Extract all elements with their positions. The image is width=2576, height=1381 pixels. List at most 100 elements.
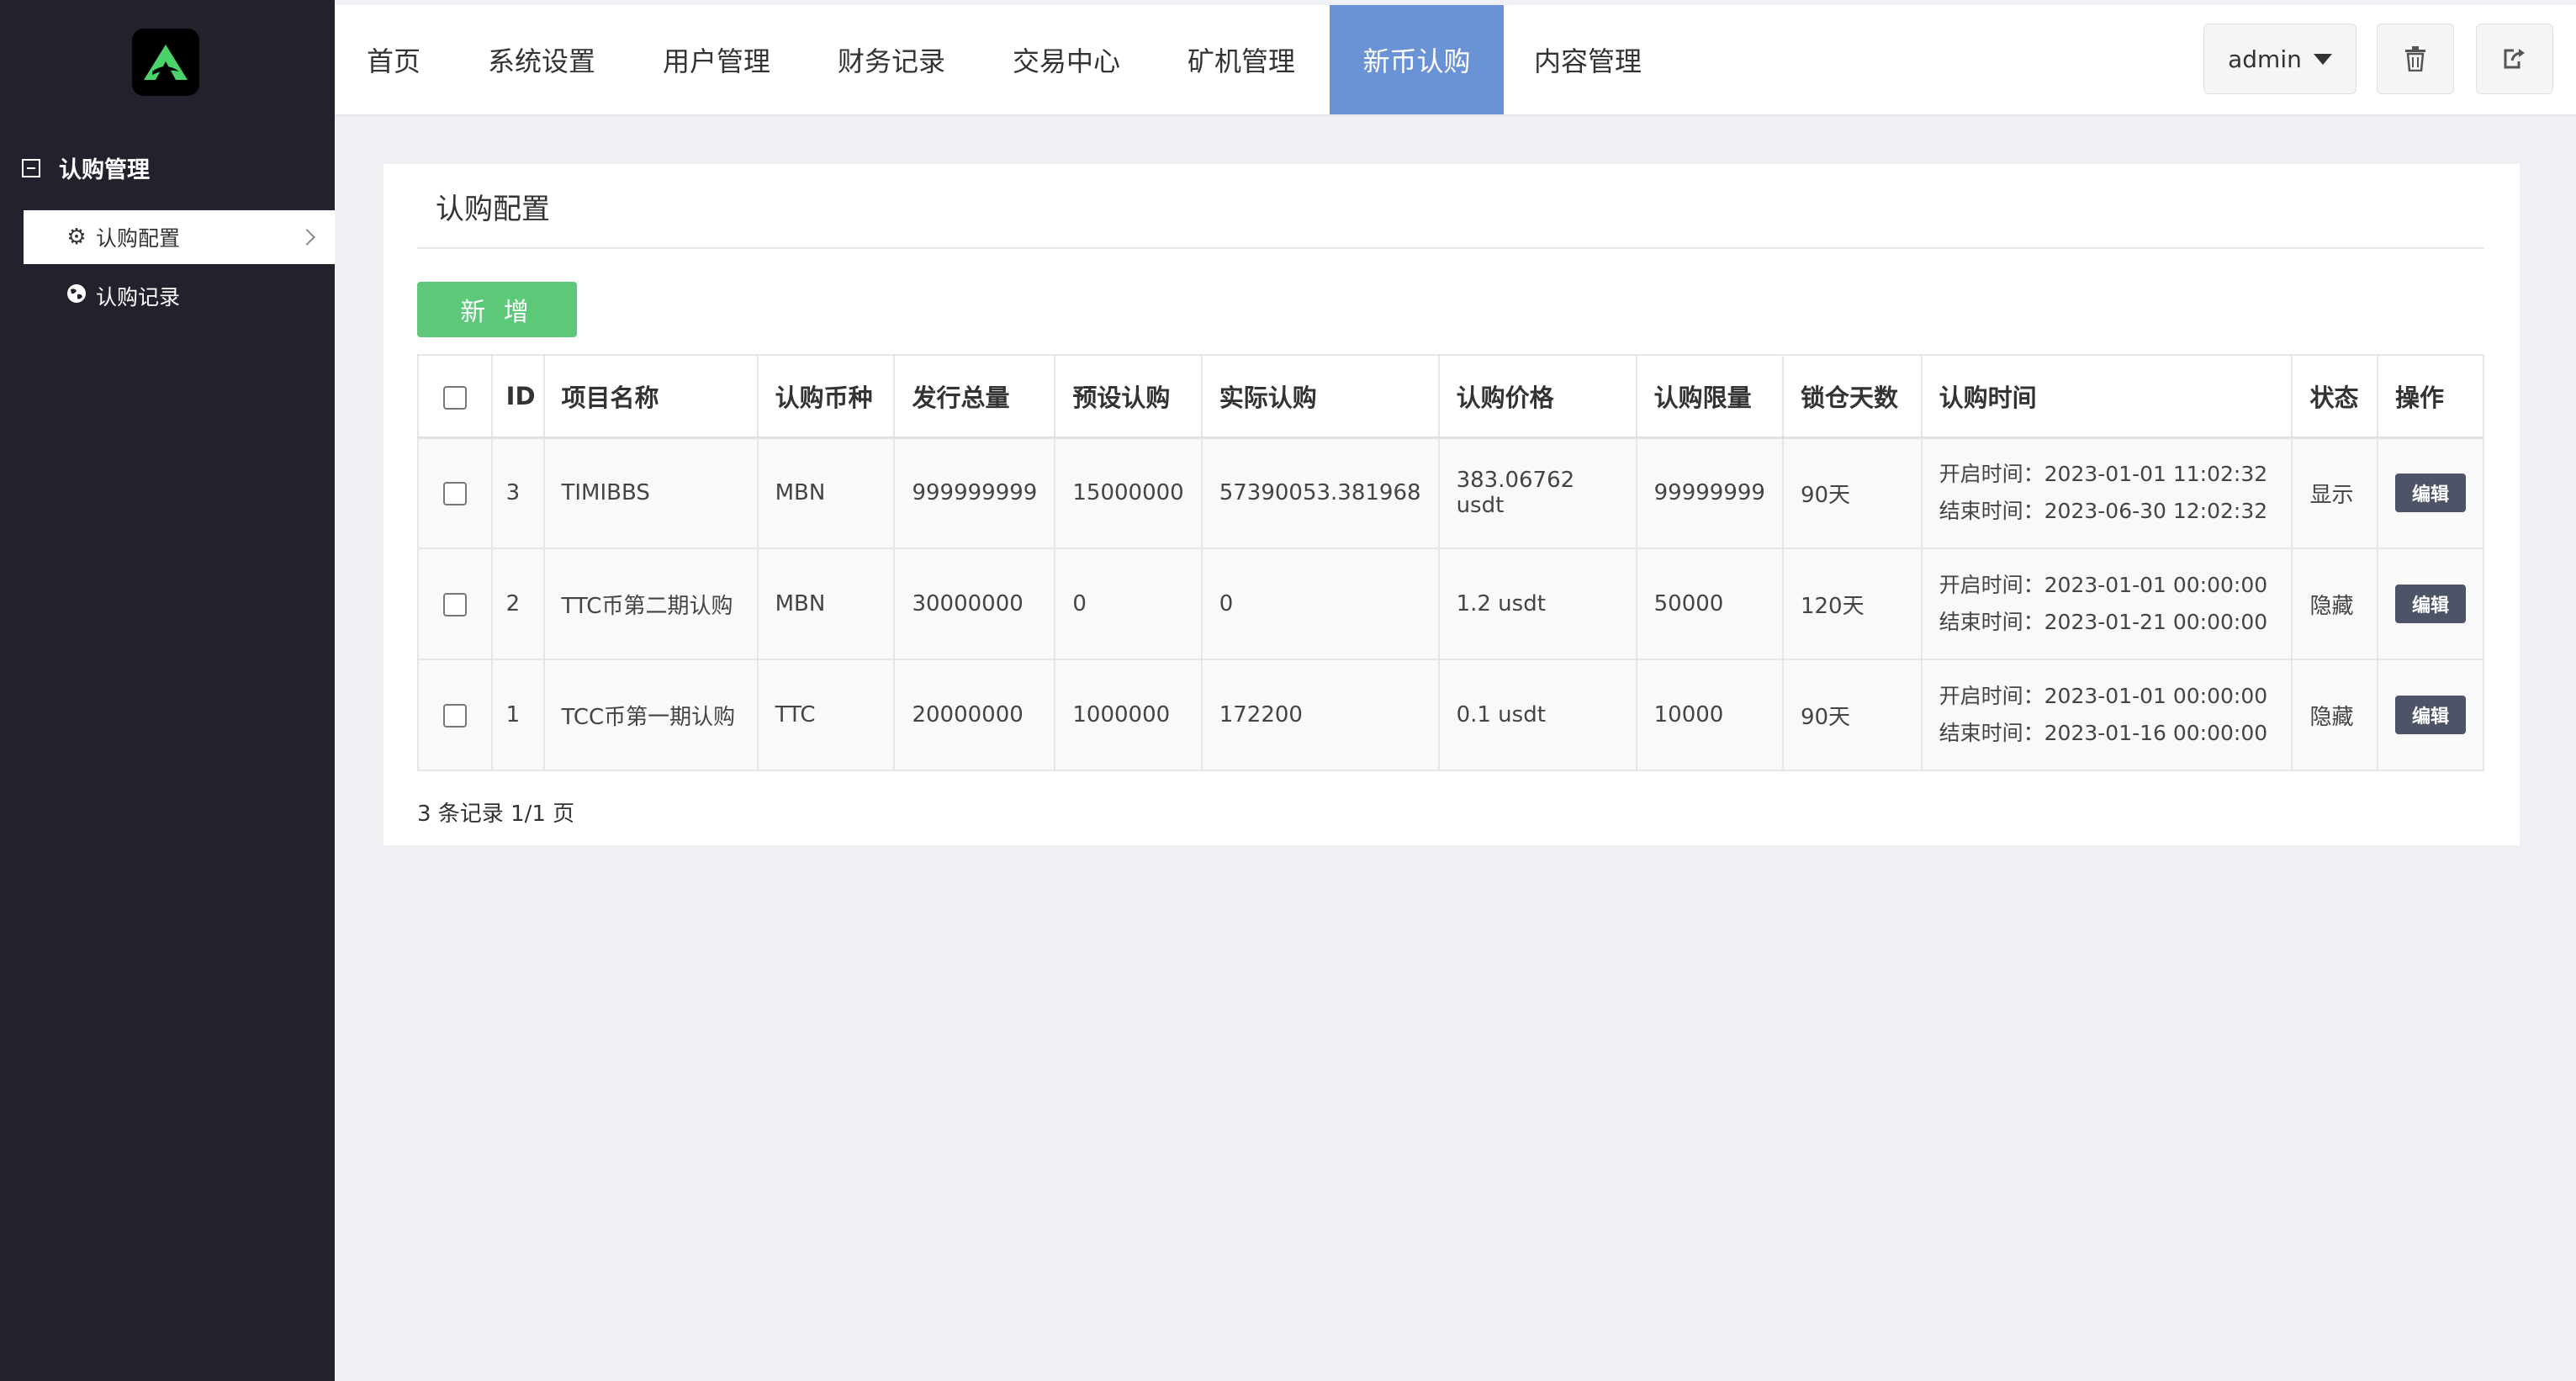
select-all-cell — [417, 354, 493, 439]
sidebar-item-subscription-records[interactable]: 认购记录 — [24, 269, 335, 323]
table-header-row: ID 项目名称 认购币种 发行总量 预设认购 实际认购 认购价格 认购限量 锁仓… — [417, 354, 2484, 439]
start-time: 开启时间：2023-01-01 00:00:00 — [1939, 684, 2268, 708]
cell-actual: 0 — [1200, 548, 1440, 660]
column-header[interactable]: 认购限量 — [1635, 354, 1784, 439]
tab-finance-records[interactable]: 财务记录 — [836, 5, 947, 114]
clear-cache-button[interactable] — [2377, 24, 2454, 94]
column-header[interactable]: 发行总量 — [893, 354, 1056, 439]
sidebar-section-subscription[interactable]: 认购管理 — [22, 151, 150, 184]
edit-button[interactable]: 编辑 — [2395, 585, 2466, 623]
pagination-info: 3 条记录 1/1 页 — [417, 802, 575, 827]
cell-name: TCC币第一期认购 — [542, 659, 759, 771]
column-header[interactable]: 认购价格 — [1437, 354, 1637, 439]
row-checkbox[interactable] — [442, 481, 467, 505]
cell-actual: 172200 — [1200, 659, 1440, 771]
tab-system-settings[interactable]: 系统设置 — [486, 5, 597, 114]
tab-content-management[interactable]: 内容管理 — [1532, 5, 1643, 114]
caret-down-icon — [2313, 53, 2332, 65]
cell-name: TTC币第二期认购 — [542, 548, 759, 660]
collapse-icon[interactable] — [22, 158, 40, 177]
end-time: 结束时间：2023-06-30 12:02:32 — [1939, 499, 2268, 524]
user-menu-button[interactable]: admin — [2203, 24, 2356, 94]
tab-user-management[interactable]: 用户管理 — [661, 5, 772, 114]
sidebar: 认购管理 ⚙ 认购配置 认购记录 — [0, 0, 335, 1381]
cell-time: 开启时间：2023-01-01 11:02:32 结束时间：2023-06-30… — [1920, 437, 2293, 549]
cell-actual: 57390053.381968 — [1200, 437, 1440, 549]
column-header[interactable]: 预设认购 — [1054, 354, 1203, 439]
row-checkbox[interactable] — [442, 592, 467, 616]
cell-lock-days: 120天 — [1781, 548, 1923, 660]
gear-icon: ⚙ — [66, 225, 87, 250]
cell-status: 隐藏 — [2291, 548, 2378, 660]
cell-preset: 15000000 — [1054, 437, 1203, 549]
table-row[interactable]: 3 TIMIBBS MBN 999999999 15000000 5739005… — [417, 437, 2484, 549]
cell-coin: MBN — [756, 437, 896, 549]
tab-trading-center[interactable]: 交易中心 — [1011, 5, 1122, 114]
logout-icon — [2504, 49, 2525, 69]
column-header[interactable]: 认购币种 — [756, 354, 896, 439]
cell-time: 开启时间：2023-01-01 00:00:00 结束时间：2023-01-16… — [1920, 659, 2293, 771]
user-name: admin — [2228, 45, 2302, 73]
row-select-cell — [417, 659, 493, 771]
cell-coin: TTC — [756, 659, 896, 771]
select-all-checkbox[interactable] — [442, 385, 467, 410]
cell-price: 1.2 usdt — [1437, 548, 1637, 660]
column-header[interactable]: 状态 — [2291, 354, 2378, 439]
row-checkbox[interactable] — [442, 703, 467, 728]
column-header[interactable]: ID — [490, 354, 545, 439]
cell-lock-days: 90天 — [1781, 437, 1923, 549]
logout-button[interactable] — [2476, 24, 2553, 94]
globe-icon — [66, 283, 87, 310]
subscription-table: ID 项目名称 认购币种 发行总量 预设认购 实际认购 认购价格 认购限量 锁仓… — [417, 354, 2484, 771]
start-time: 开启时间：2023-01-01 11:02:32 — [1939, 462, 2268, 487]
cell-action: 编辑 — [2377, 659, 2484, 771]
cell-action: 编辑 — [2377, 548, 2484, 660]
start-time: 开启时间：2023-01-01 00:00:00 — [1939, 573, 2268, 597]
trash-icon — [2405, 46, 2425, 71]
sidebar-item-subscription-config[interactable]: ⚙ 认购配置 — [24, 210, 335, 264]
edit-button[interactable]: 编辑 — [2395, 474, 2466, 513]
app-logo[interactable] — [132, 29, 199, 96]
cell-time: 开启时间：2023-01-01 00:00:00 结束时间：2023-01-21… — [1920, 548, 2293, 660]
cell-total: 20000000 — [893, 659, 1056, 771]
column-header: 操作 — [2377, 354, 2484, 439]
tab-miner-management[interactable]: 矿机管理 — [1186, 5, 1297, 114]
cell-id: 2 — [490, 548, 545, 660]
cell-price: 383.06762 usdt — [1437, 437, 1637, 549]
tab-new-coin-subscription[interactable]: 新币认购 — [1330, 5, 1504, 114]
end-time: 结束时间：2023-01-16 00:00:00 — [1939, 721, 2268, 745]
row-select-cell — [417, 548, 493, 660]
row-select-cell — [417, 437, 493, 549]
cell-coin: MBN — [756, 548, 896, 660]
sidebar-item-label: 认购配置 — [96, 226, 181, 251]
column-header[interactable]: 实际认购 — [1200, 354, 1440, 439]
logo-icon — [144, 45, 188, 80]
column-header[interactable]: 认购时间 — [1920, 354, 2293, 439]
cell-total: 30000000 — [893, 548, 1056, 660]
add-button[interactable]: 新 增 — [417, 282, 577, 337]
cell-preset: 0 — [1054, 548, 1203, 660]
cell-action: 编辑 — [2377, 437, 2484, 549]
column-header[interactable]: 项目名称 — [542, 354, 759, 439]
cell-status: 隐藏 — [2291, 659, 2378, 771]
cell-id: 3 — [490, 437, 545, 549]
top-navigation: 首页 系统设置 用户管理 财务记录 交易中心 矿机管理 新币认购 内容管理 ad… — [335, 5, 2576, 114]
cell-limit: 99999999 — [1635, 437, 1784, 549]
main-panel: 认购配置 新 增 ID 项目名称 认购币种 发行总量 预设认购 实际认购 认购价… — [383, 164, 2520, 845]
cell-lock-days: 90天 — [1781, 659, 1923, 771]
divider — [417, 247, 2484, 249]
cell-id: 1 — [490, 659, 545, 771]
cell-status: 显示 — [2291, 437, 2378, 549]
tab-home[interactable]: 首页 — [362, 5, 426, 114]
table-row[interactable]: 1 TCC币第一期认购 TTC 20000000 1000000 172200 … — [417, 659, 2484, 771]
edit-button[interactable]: 编辑 — [2395, 696, 2466, 734]
table-row[interactable]: 2 TTC币第二期认购 MBN 30000000 0 0 1.2 usdt 50… — [417, 548, 2484, 660]
sidebar-section-label: 认购管理 — [59, 157, 150, 183]
column-header[interactable]: 锁仓天数 — [1781, 354, 1923, 439]
sidebar-item-label: 认购记录 — [96, 285, 181, 310]
page-title: 认购配置 — [436, 193, 550, 226]
chevron-right-icon — [299, 229, 315, 246]
cell-price: 0.1 usdt — [1437, 659, 1637, 771]
cell-limit: 50000 — [1635, 548, 1784, 660]
cell-total: 999999999 — [893, 437, 1056, 549]
